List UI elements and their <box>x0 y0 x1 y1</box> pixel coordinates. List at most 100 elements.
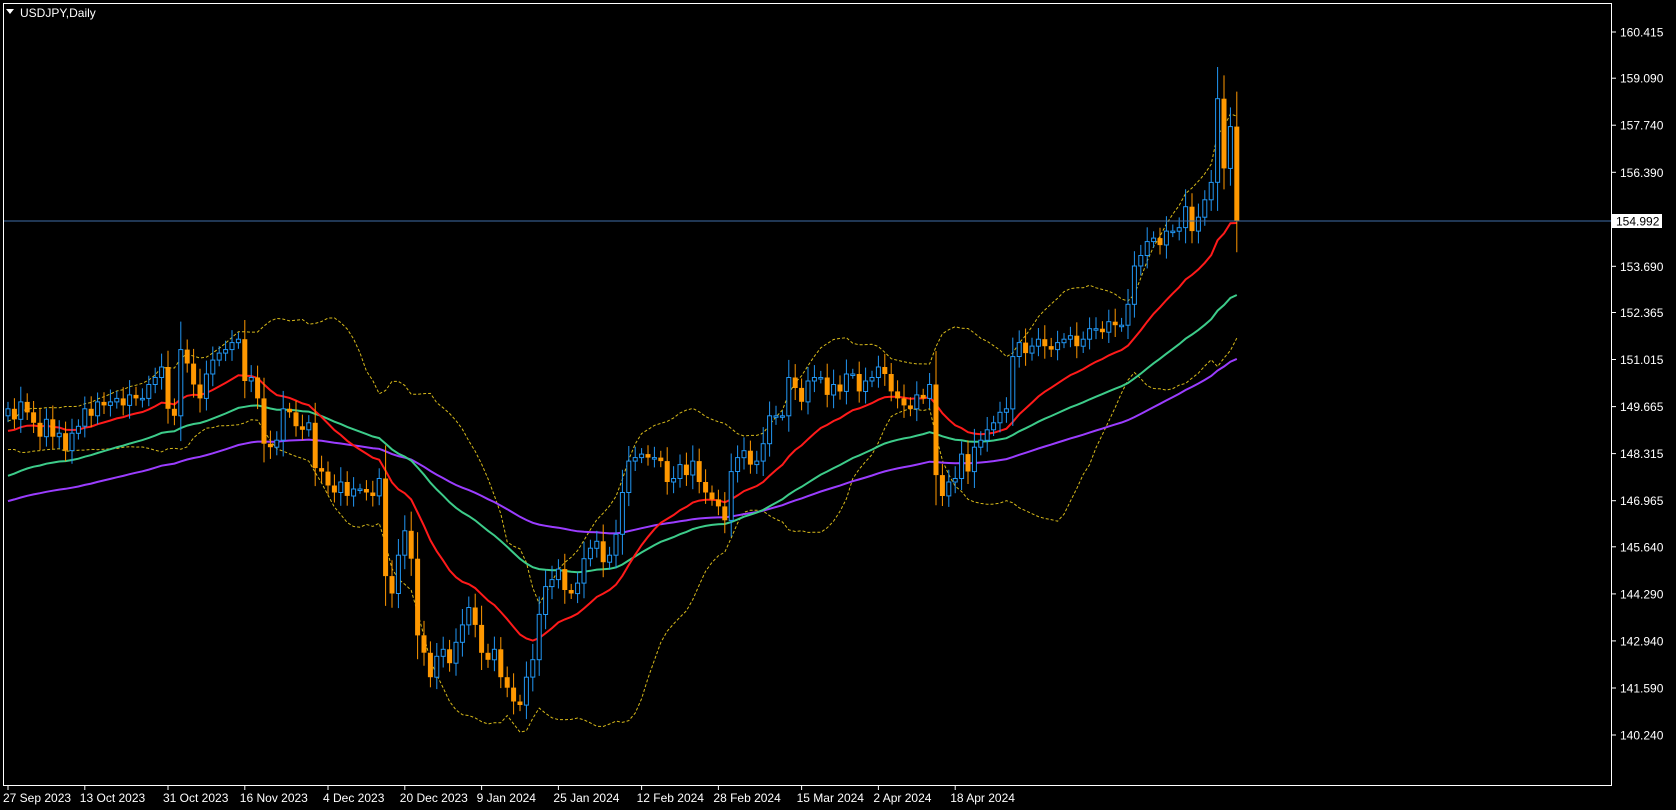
x-tick-label: 16 Nov 2023 <box>240 791 308 805</box>
candle-body <box>1003 408 1009 413</box>
candle-body <box>395 554 401 595</box>
x-tick-label: 9 Jan 2024 <box>477 791 537 805</box>
candle-body <box>888 374 894 392</box>
candle-body <box>1157 238 1163 246</box>
candle-body <box>434 655 440 678</box>
candle-body <box>82 408 88 427</box>
current-price-label: 154.992 <box>1616 215 1660 229</box>
candle-body <box>75 425 81 434</box>
candle-body <box>370 492 376 496</box>
candle-body <box>767 415 773 445</box>
candle-body <box>933 384 939 476</box>
candle-body <box>37 422 43 437</box>
candle-body <box>504 677 510 688</box>
candle-body <box>248 377 254 382</box>
candle-body <box>549 579 555 588</box>
candle-body <box>607 554 613 563</box>
candle-body <box>613 533 619 556</box>
candle-body <box>50 419 56 437</box>
candle-body <box>261 398 267 444</box>
candle-body <box>997 411 1003 424</box>
candle-body <box>850 373 856 376</box>
candle-body <box>619 492 625 535</box>
candle-body <box>18 401 24 420</box>
x-tick-label: 4 Dec 2023 <box>323 791 385 805</box>
candle-body <box>178 349 184 417</box>
candle-body <box>63 433 69 451</box>
candle-body <box>331 485 337 493</box>
candle-body <box>466 607 472 626</box>
candle-body <box>498 649 504 678</box>
candle-body <box>447 649 453 664</box>
candle-body <box>114 397 120 403</box>
candle-body <box>24 401 30 413</box>
candle-body <box>133 394 139 399</box>
candle-body <box>575 582 581 595</box>
candle-body <box>831 384 837 396</box>
candle-body <box>1131 265 1137 305</box>
candle-body <box>191 363 197 385</box>
candle-body <box>1074 335 1080 347</box>
candle-body <box>939 475 945 496</box>
candle-body <box>696 461 702 482</box>
price-chart[interactable]: 154.992 160.415 159.090 157.740 156.390 153.… <box>0 0 1676 810</box>
candle-body <box>363 489 369 493</box>
candle-body <box>427 652 433 678</box>
candle-body <box>626 460 632 494</box>
x-tick-label: 15 Mar 2024 <box>797 791 865 805</box>
candle-body <box>69 432 75 452</box>
chart-window[interactable]: 154.992 160.415 159.090 157.740 156.390 153.… <box>0 0 1676 810</box>
candle-body <box>127 394 133 406</box>
candle-body <box>1195 216 1201 232</box>
candle-body <box>338 481 344 493</box>
x-tick-label: 25 Jan 2024 <box>553 791 619 805</box>
candle-body <box>971 446 977 473</box>
x-tick-label: 20 Dec 2023 <box>400 791 468 805</box>
candle-body <box>581 558 587 584</box>
candle-body <box>1099 328 1105 333</box>
candle-body <box>536 613 542 661</box>
chart-title[interactable]: USDJPY,Daily <box>6 6 96 20</box>
y-tick-label: 142.940 <box>1620 634 1664 648</box>
y-tick-label: 156.390 <box>1620 166 1664 180</box>
candle-body <box>274 439 280 448</box>
candle-body <box>1093 328 1099 331</box>
candle-body <box>1202 199 1208 218</box>
candle-body <box>1035 338 1041 347</box>
x-tick-label: 12 Feb 2024 <box>637 791 705 805</box>
candle-body <box>754 460 760 466</box>
candle-body <box>632 457 638 462</box>
candle-body <box>747 450 753 465</box>
candle-body <box>472 607 478 625</box>
candle-body <box>56 432 62 438</box>
candle-body <box>1106 321 1112 333</box>
candle-body <box>376 478 382 497</box>
candle-body <box>325 471 331 486</box>
candle-body <box>1151 237 1157 243</box>
y-tick-label: 141.590 <box>1620 682 1664 696</box>
candle-body <box>978 439 984 448</box>
candle-body <box>1119 324 1125 328</box>
candle-body <box>223 349 229 354</box>
candle-body <box>1170 230 1176 234</box>
candle-body <box>255 377 261 399</box>
candle-body <box>43 418 49 438</box>
candle-body <box>479 624 485 653</box>
candle-body <box>645 454 651 458</box>
candle-body <box>1163 230 1169 246</box>
y-tick-label: 148.315 <box>1620 447 1664 461</box>
candle-body <box>1023 342 1029 354</box>
x-tick-label: 31 Oct 2023 <box>163 791 229 805</box>
x-tick-label: 13 Oct 2023 <box>80 791 146 805</box>
candle-body <box>959 453 965 480</box>
candle-body <box>651 457 657 460</box>
candle-body <box>728 471 734 521</box>
candle-body <box>146 384 152 399</box>
candle-body <box>1010 356 1016 410</box>
candle-body <box>402 530 408 556</box>
candle-body <box>1144 241 1150 257</box>
candle-body <box>389 576 395 594</box>
candle-body <box>760 443 766 462</box>
y-tick-label: 151.015 <box>1620 353 1664 367</box>
candle-body <box>319 468 325 472</box>
